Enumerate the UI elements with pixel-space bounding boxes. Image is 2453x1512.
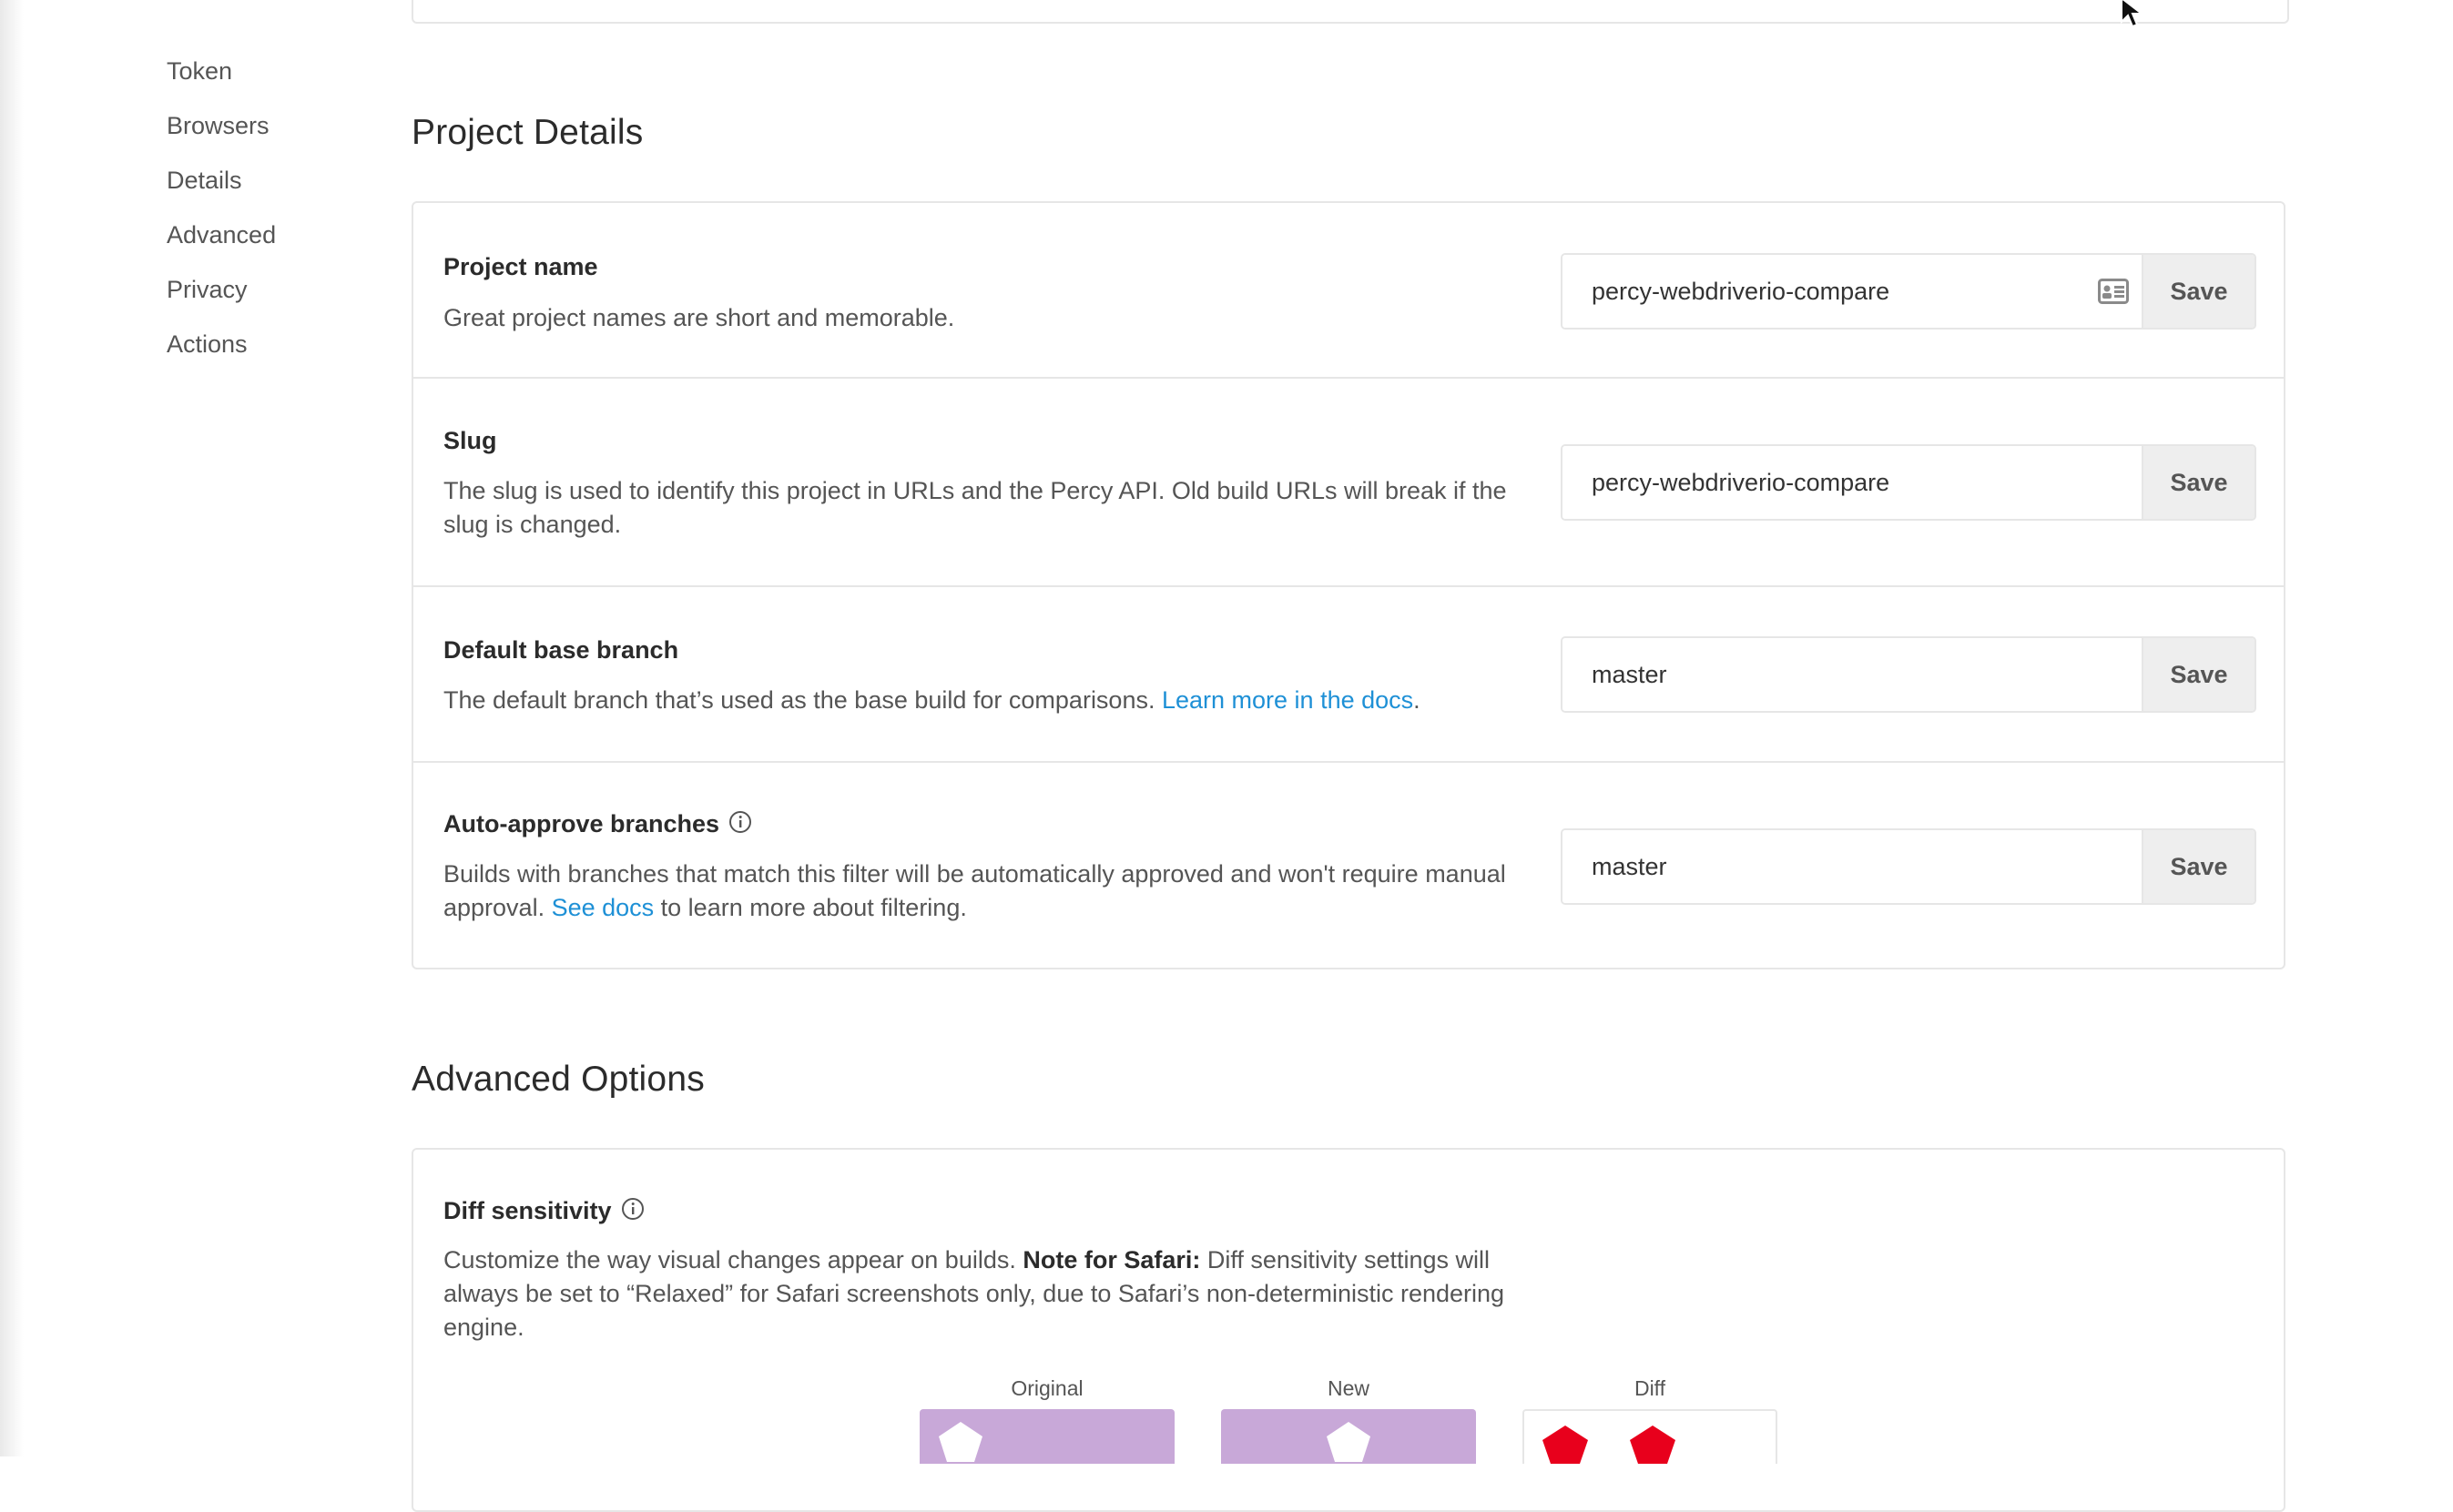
new-preview-label: New [1327,1376,1369,1400]
pentagon-shape [1630,1426,1675,1464]
diff-preview-image [1522,1409,1777,1464]
diff-sensitivity-description: Customize the way visual changes appear … [443,1246,1505,1341]
original-preview-image [920,1409,1175,1464]
new-preview-image [1221,1409,1476,1464]
learn-more-docs-link[interactable]: Learn more in the docs [1162,686,1413,714]
slug-save-button[interactable]: Save [2142,446,2255,519]
diff-sensitivity-title: Diff sensitivity [443,1197,645,1227]
contact-card-icon[interactable] [2098,255,2142,328]
default-base-branch-field: Save [1561,636,2256,713]
pentagon-shape [1542,1426,1588,1464]
default-base-branch-title: Default base branch [443,636,679,664]
default-base-branch-save-button[interactable]: Save [2142,638,2255,711]
slug-title: Slug [443,427,497,454]
advanced-options-heading: Advanced Options [412,1060,705,1099]
project-name-description: Great project names are short and memora… [443,304,955,331]
auto-approve-branches-title: Auto-approve branches [443,810,752,840]
slug-row: Slug The slug is used to identify this p… [413,379,2284,587]
auto-approve-branches-input[interactable] [1562,830,2142,903]
project-name-input[interactable] [1562,255,2098,328]
previous-section-card [412,0,2289,24]
project-name-row: Project name Great project names are sho… [413,203,2284,379]
slug-description: The slug is used to identify this projec… [443,477,1507,538]
info-icon[interactable] [621,1197,645,1227]
original-preview-label: Original [1011,1376,1084,1400]
auto-approve-branches-row: Auto-approve branches Builds with branch… [413,763,2284,968]
info-icon[interactable] [728,810,752,840]
slug-input[interactable] [1562,446,2142,519]
pentagon-shape [1327,1422,1370,1462]
default-base-branch-input[interactable] [1562,638,2142,711]
sidebar-item-privacy[interactable]: Privacy [167,271,276,326]
sidebar-item-advanced[interactable]: Advanced [167,217,276,271]
sidebar-item-actions[interactable]: Actions [167,326,276,381]
window-edge-shadow [0,0,24,1456]
auto-approve-branches-save-button[interactable]: Save [2142,830,2255,903]
sidebar-item-token[interactable]: Token [167,53,276,107]
project-details-card: Project name Great project names are sho… [412,201,2285,969]
sidebar-item-browsers[interactable]: Browsers [167,107,276,162]
default-base-branch-description: The default branch that’s used as the ba… [443,686,1420,714]
diff-preview-label: Diff [1634,1376,1666,1400]
slug-field: Save [1561,444,2256,521]
see-docs-link[interactable]: See docs [552,894,655,921]
pentagon-shape [939,1422,982,1462]
default-base-branch-row: Default base branch The default branch t… [413,587,2284,763]
project-name-title: Project name [443,253,598,280]
safari-note-label: Note for Safari: [1023,1246,1201,1274]
project-name-field: Save [1561,253,2256,330]
sidebar-item-details[interactable]: Details [167,162,276,217]
project-name-save-button[interactable]: Save [2142,255,2255,328]
project-details-heading: Project Details [412,113,644,152]
mouse-cursor-icon [2120,0,2145,34]
auto-approve-branches-description: Builds with branches that match this fil… [443,860,1506,921]
settings-sidebar: Token Browsers Details Advanced Privacy … [167,53,276,381]
auto-approve-branches-field: Save [1561,828,2256,905]
